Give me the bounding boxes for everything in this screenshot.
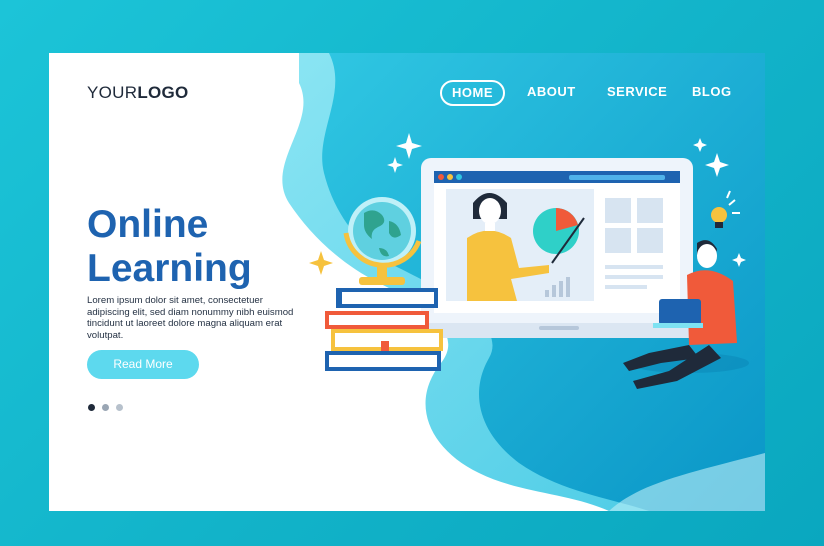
landing-card: YOURLOGO HOME ABOUT SERVICE BLOG Online … — [49, 53, 765, 511]
globe-icon — [343, 197, 422, 285]
lightbulb-icon — [711, 190, 740, 228]
hero-illustration — [309, 133, 749, 389]
books-icon — [325, 288, 443, 371]
sparkle-icon — [309, 251, 333, 275]
